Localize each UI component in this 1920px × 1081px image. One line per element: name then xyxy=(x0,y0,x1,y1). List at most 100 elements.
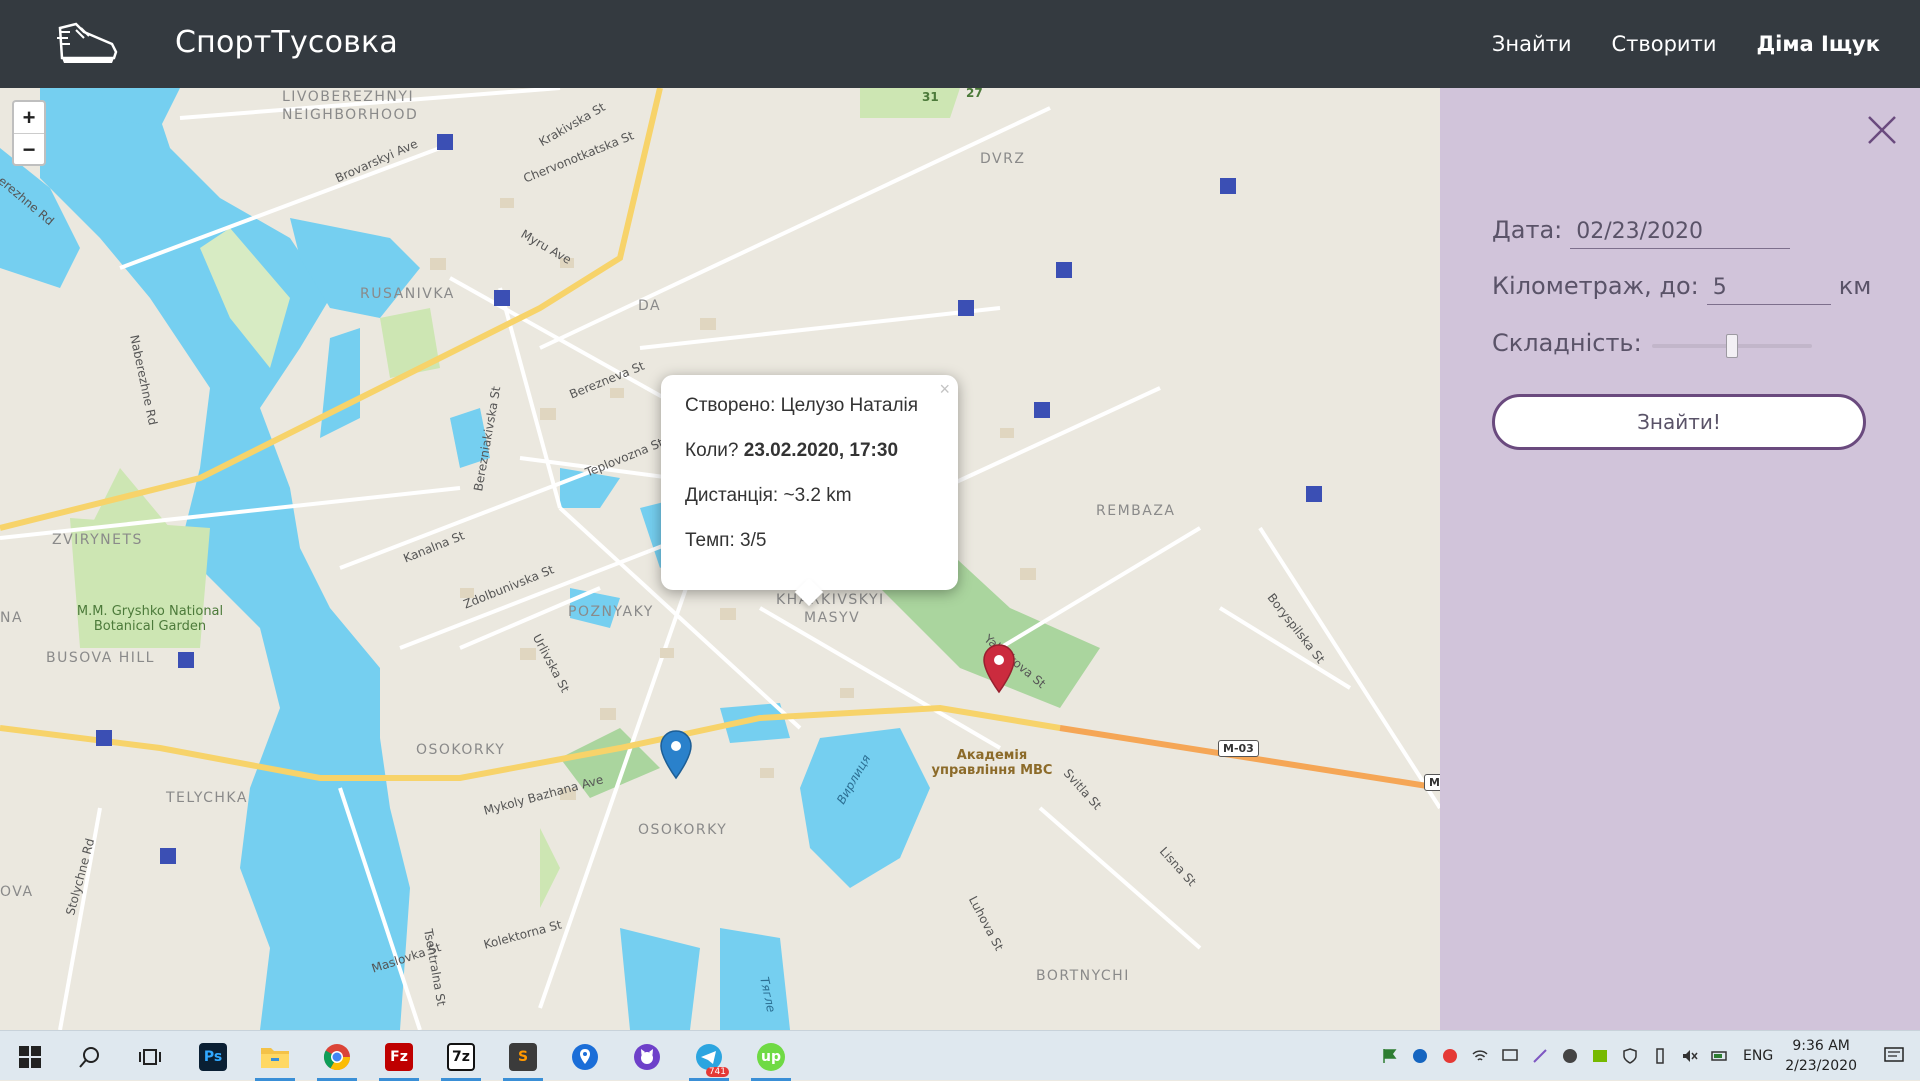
photoshop-icon[interactable]: Ps xyxy=(191,1037,235,1077)
popup-created-label: Створено: xyxy=(685,395,776,416)
academy-label: Академія управління МВС xyxy=(931,748,1053,778)
windows-taskbar: Ps Fz 7z S 741 up ENG 9:36 AM 2/23/2020 xyxy=(0,1030,1920,1081)
popup-when: Коли? 23.02.2020, 17:30 xyxy=(685,440,934,462)
popup-pace-value: 3/5 xyxy=(740,530,767,551)
system-tray: ENG 9:36 AM 2/23/2020 xyxy=(1375,1031,1920,1081)
close-panel-icon[interactable] xyxy=(1866,114,1898,146)
garden-label: M.M. Gryshko National Botanical Garden xyxy=(76,604,224,634)
upwork-app-label: up xyxy=(757,1043,785,1071)
area-label: OSOKORKY xyxy=(416,742,506,758)
area-label: POZNYAKY xyxy=(568,604,654,620)
sneaker-logo-icon[interactable] xyxy=(54,18,120,68)
event-popup: × Створено: Целузо Наталія Коли? 23.02.2… xyxy=(661,375,958,590)
route-badge: M-03 xyxy=(1218,740,1259,757)
monitor-icon[interactable] xyxy=(1498,1044,1522,1068)
difficulty-slider[interactable] xyxy=(1652,334,1812,358)
popup-pace: Темп: 3/5 xyxy=(685,530,934,552)
photoshop-app-label: Ps xyxy=(199,1043,227,1071)
area-label: ZVIRYNETS xyxy=(52,532,143,548)
usb-icon[interactable] xyxy=(1648,1044,1672,1068)
map-view[interactable]: + − LIVOBEREZHNYI NEIGHBORHOOD DVRZ RUSA… xyxy=(0,88,1440,1030)
area-label: OSOKORKY xyxy=(638,822,728,838)
area-label: NA xyxy=(0,610,24,626)
zoom-in-button[interactable]: + xyxy=(14,102,44,133)
area-label: BUSOVA HILL xyxy=(46,650,155,666)
route-badge: M xyxy=(1424,774,1440,791)
battery-icon[interactable] xyxy=(1708,1044,1732,1068)
area-label: BORTNYCHI xyxy=(1036,968,1130,984)
shield-icon[interactable] xyxy=(1618,1044,1642,1068)
bluetooth-icon[interactable] xyxy=(1408,1044,1432,1068)
filezilla-app-label: Fz xyxy=(385,1043,413,1071)
distance-label: Кілометраж, до: xyxy=(1492,272,1699,300)
sublime-app-label: S xyxy=(509,1043,537,1071)
poi-number: 31 xyxy=(922,90,939,104)
date-row: Дата: xyxy=(1492,216,1791,249)
main-nav: Знайти Створити Діма Іщук xyxy=(1492,0,1880,88)
clock-time: 9:36 AM xyxy=(1792,1038,1850,1054)
volume-muted-icon[interactable] xyxy=(1678,1044,1702,1068)
area-label: KHARKIVSKYI xyxy=(776,592,885,608)
difficulty-row: Складність: xyxy=(1492,329,1650,357)
notifications-icon[interactable] xyxy=(1882,1044,1906,1068)
file-explorer-icon[interactable] xyxy=(253,1037,297,1081)
popup-pace-label: Темп: xyxy=(685,530,735,551)
nvidia-icon[interactable] xyxy=(1588,1044,1612,1068)
find-button[interactable]: Знайти! xyxy=(1492,394,1866,450)
upwork-icon[interactable]: up xyxy=(749,1037,793,1081)
distance-input[interactable] xyxy=(1706,275,1831,305)
sublime-text-icon[interactable]: S xyxy=(501,1037,545,1081)
upwork-tray-icon[interactable] xyxy=(1558,1044,1582,1068)
system-clock[interactable]: 9:36 AM 2/23/2020 xyxy=(1785,1036,1857,1076)
wifi-icon[interactable] xyxy=(1468,1044,1492,1068)
telegram-icon[interactable]: 741 xyxy=(687,1037,731,1081)
difficulty-label: Складність: xyxy=(1492,329,1642,357)
area-label: OVA xyxy=(0,884,34,900)
popup-distance-label: Дистанція: xyxy=(685,485,779,506)
nav-create-link[interactable]: Створити xyxy=(1611,32,1716,56)
clock-date: 2/23/2020 xyxy=(1785,1058,1857,1074)
filezilla-icon[interactable]: Fz xyxy=(377,1037,421,1081)
popup-when-label: Коли? xyxy=(685,440,739,461)
area-label: NEIGHBORHOOD xyxy=(282,107,419,123)
poi-number: 27 xyxy=(966,88,983,100)
area-label: LIVOBEREZHNYI xyxy=(282,89,415,105)
area-label: DVRZ xyxy=(980,151,1026,167)
distance-unit: км xyxy=(1838,272,1872,300)
nav-user-link[interactable]: Діма Іщук xyxy=(1756,32,1880,56)
7zip-app-label: 7z xyxy=(447,1043,475,1071)
date-input[interactable] xyxy=(1570,219,1791,249)
date-label: Дата: xyxy=(1492,216,1563,244)
app-header: СпортТусовка Знайти Створити Діма Іщук xyxy=(0,0,1920,88)
area-label: DA xyxy=(638,298,662,314)
chrome-icon[interactable] xyxy=(315,1037,359,1081)
popup-created: Створено: Целузо Наталія xyxy=(685,395,934,417)
area-label: RUSANIVKA xyxy=(360,286,455,302)
browser-tray-icon[interactable] xyxy=(1438,1044,1462,1068)
popup-creator: Целузо Наталія xyxy=(780,395,919,416)
area-label: TELYCHKA xyxy=(166,790,248,806)
maps-icon[interactable] xyxy=(563,1037,607,1077)
task-view-icon[interactable] xyxy=(128,1037,172,1077)
zoom-out-button[interactable]: − xyxy=(14,133,44,164)
language-indicator[interactable]: ENG xyxy=(1743,1048,1773,1064)
search-icon[interactable] xyxy=(68,1037,112,1077)
popup-close-button[interactable]: × xyxy=(939,379,950,400)
github-icon[interactable] xyxy=(625,1037,669,1077)
flag-icon[interactable] xyxy=(1378,1044,1402,1068)
search-panel: Дата: Кілометраж, до: км Складність: Зна… xyxy=(1440,88,1920,1030)
popup-distance-value: ~3.2 km xyxy=(783,485,852,506)
pen-icon[interactable] xyxy=(1528,1044,1552,1068)
area-label: MASYV xyxy=(804,610,861,626)
windows-start-icon[interactable] xyxy=(8,1037,52,1077)
7zip-icon[interactable]: 7z xyxy=(439,1037,483,1081)
distance-row: Кілометраж, до: км xyxy=(1492,272,1871,305)
event-marker-red[interactable] xyxy=(983,644,1015,694)
popup-when-value: 23.02.2020, 17:30 xyxy=(743,440,899,461)
brand-title[interactable]: СпортТусовка xyxy=(175,25,398,60)
telegram-badge: 741 xyxy=(705,1067,729,1077)
event-marker-blue[interactable] xyxy=(660,730,692,780)
zoom-control: + − xyxy=(12,100,46,166)
slider-thumb[interactable] xyxy=(1726,334,1738,358)
nav-find-link[interactable]: Знайти xyxy=(1492,32,1572,56)
